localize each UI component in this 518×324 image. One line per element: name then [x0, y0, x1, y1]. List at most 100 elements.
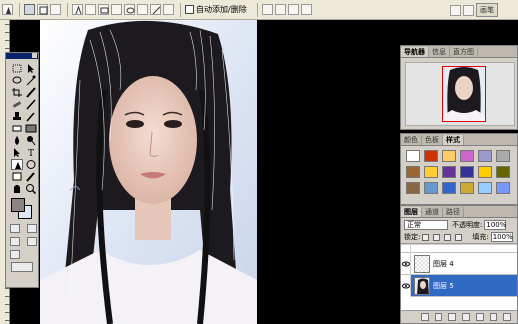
layer-style-icon[interactable] [434, 313, 443, 321]
tool-preset-icon[interactable] [450, 4, 461, 16]
eyedropper-tool-icon[interactable] [25, 171, 37, 182]
style-swatch[interactable] [460, 150, 474, 162]
navigator-preview[interactable] [405, 62, 515, 126]
style-swatch[interactable] [406, 182, 420, 194]
tab-histogram[interactable]: 直方图 [450, 47, 478, 57]
visibility-eye-icon[interactable] [401, 274, 411, 297]
tab-navigator[interactable]: 导航器 [401, 47, 429, 57]
lock-position-checkbox[interactable] [444, 233, 452, 241]
style-swatch[interactable] [496, 150, 510, 162]
trash-icon[interactable] [503, 313, 512, 321]
pen-tool-preset-button[interactable] [2, 4, 13, 15]
layer-mask-icon[interactable] [448, 313, 457, 321]
pen-tool-icon[interactable] [11, 159, 23, 170]
lock-all-checkbox[interactable] [455, 233, 463, 241]
screen-mode-standard-button[interactable] [10, 237, 20, 246]
style-swatch[interactable] [496, 182, 510, 194]
toolbox-title-bar[interactable] [6, 53, 38, 59]
style-swatch[interactable] [442, 150, 456, 162]
dodge-tool-icon[interactable] [25, 135, 37, 146]
gradient-tool-icon[interactable] [25, 123, 37, 134]
fill-field[interactable]: 100% [490, 232, 513, 242]
rounded-rectangle-icon[interactable] [111, 4, 122, 15]
screen-mode-full-button[interactable] [10, 250, 20, 259]
path-exclude-button[interactable] [300, 4, 312, 15]
style-swatch[interactable] [460, 166, 474, 178]
layer-row[interactable] [401, 245, 517, 253]
standard-mode-button[interactable] [10, 224, 20, 233]
style-swatch[interactable] [478, 166, 492, 178]
fill-pixels-mode-button[interactable] [50, 4, 61, 15]
opacity-field[interactable]: 100% [484, 219, 506, 230]
tab-paths[interactable]: 路径 [443, 207, 464, 217]
shape-tool-icon[interactable] [25, 159, 37, 170]
auto-add-delete-checkbox[interactable] [185, 5, 194, 14]
new-group-icon[interactable] [475, 313, 484, 321]
style-swatch[interactable] [424, 150, 438, 162]
notes-tool-icon[interactable] [11, 171, 23, 182]
path-intersect-button[interactable] [287, 4, 299, 15]
type-tool-icon[interactable]: T [25, 147, 37, 158]
visibility-eye-icon[interactable] [401, 252, 411, 275]
hand-tool-icon[interactable] [11, 183, 23, 194]
polygon-icon[interactable] [137, 4, 148, 15]
lock-image-checkbox[interactable] [433, 233, 441, 241]
healing-brush-tool-icon[interactable] [11, 99, 23, 110]
blur-tool-icon[interactable] [11, 135, 23, 146]
style-swatch[interactable] [442, 182, 456, 194]
path-subtract-button[interactable] [274, 4, 286, 15]
lock-transparent-checkbox[interactable] [422, 233, 430, 241]
tab-swatches[interactable]: 色板 [422, 135, 443, 145]
jump-to-imageready-button[interactable] [11, 262, 33, 272]
foreground-color-swatch[interactable] [11, 198, 25, 212]
navigator-view-box[interactable] [442, 66, 486, 122]
style-swatch[interactable] [478, 150, 492, 162]
palette-well-icon[interactable] [463, 4, 474, 16]
slice-tool-icon[interactable] [25, 87, 37, 98]
close-icon[interactable] [32, 53, 37, 58]
tab-styles[interactable]: 样式 [443, 135, 464, 145]
zoom-tool-icon[interactable] [25, 183, 37, 194]
ellipse-icon[interactable] [124, 4, 135, 15]
style-swatch[interactable] [442, 166, 456, 178]
lasso-tool-icon[interactable] [11, 75, 23, 86]
freeform-pen-icon[interactable] [85, 4, 96, 15]
tab-channels[interactable]: 通道 [422, 207, 443, 217]
style-swatch[interactable] [424, 182, 438, 194]
line-icon[interactable] [150, 4, 161, 15]
style-swatch[interactable] [496, 166, 510, 178]
clone-stamp-tool-icon[interactable] [11, 111, 23, 122]
magic-wand-tool-icon[interactable] [25, 75, 37, 86]
style-swatch[interactable] [406, 166, 420, 178]
eraser-tool-icon[interactable] [11, 123, 23, 134]
brushes-tab[interactable]: 画笔 [476, 3, 498, 17]
style-swatch[interactable] [460, 182, 474, 194]
screen-mode-full-menu-button[interactable] [26, 237, 37, 246]
style-swatch[interactable] [478, 182, 492, 194]
path-selection-tool-icon[interactable] [11, 147, 23, 158]
new-layer-icon[interactable] [489, 313, 498, 321]
shape-layers-mode-button[interactable] [24, 4, 35, 15]
brush-tool-icon[interactable] [25, 99, 37, 110]
paths-mode-button[interactable] [37, 4, 48, 15]
rectangle-icon[interactable] [98, 4, 109, 15]
history-brush-tool-icon[interactable] [25, 111, 37, 122]
visibility-eye-icon[interactable] [401, 245, 411, 253]
link-layers-icon[interactable] [421, 313, 429, 321]
move-tool-icon[interactable] [25, 63, 37, 74]
path-add-button[interactable] [261, 4, 273, 15]
blend-mode-select[interactable]: 正常 [404, 219, 448, 230]
tab-info[interactable]: 信息 [429, 47, 450, 57]
layer-row[interactable]: 图层 4 [401, 252, 517, 275]
tab-layers[interactable]: 图层 [401, 207, 422, 217]
style-swatch[interactable] [424, 166, 438, 178]
marquee-tool-icon[interactable] [11, 63, 23, 74]
quick-mask-button[interactable] [26, 224, 37, 233]
adjustment-layer-icon[interactable] [462, 313, 470, 321]
canvas-image[interactable] [40, 20, 257, 324]
crop-tool-icon[interactable] [11, 87, 23, 98]
tab-color[interactable]: 颜色 [401, 135, 422, 145]
style-swatch[interactable] [406, 150, 420, 162]
custom-shape-icon[interactable] [163, 4, 174, 15]
layer-row-selected[interactable]: 图层 5 [401, 274, 517, 297]
